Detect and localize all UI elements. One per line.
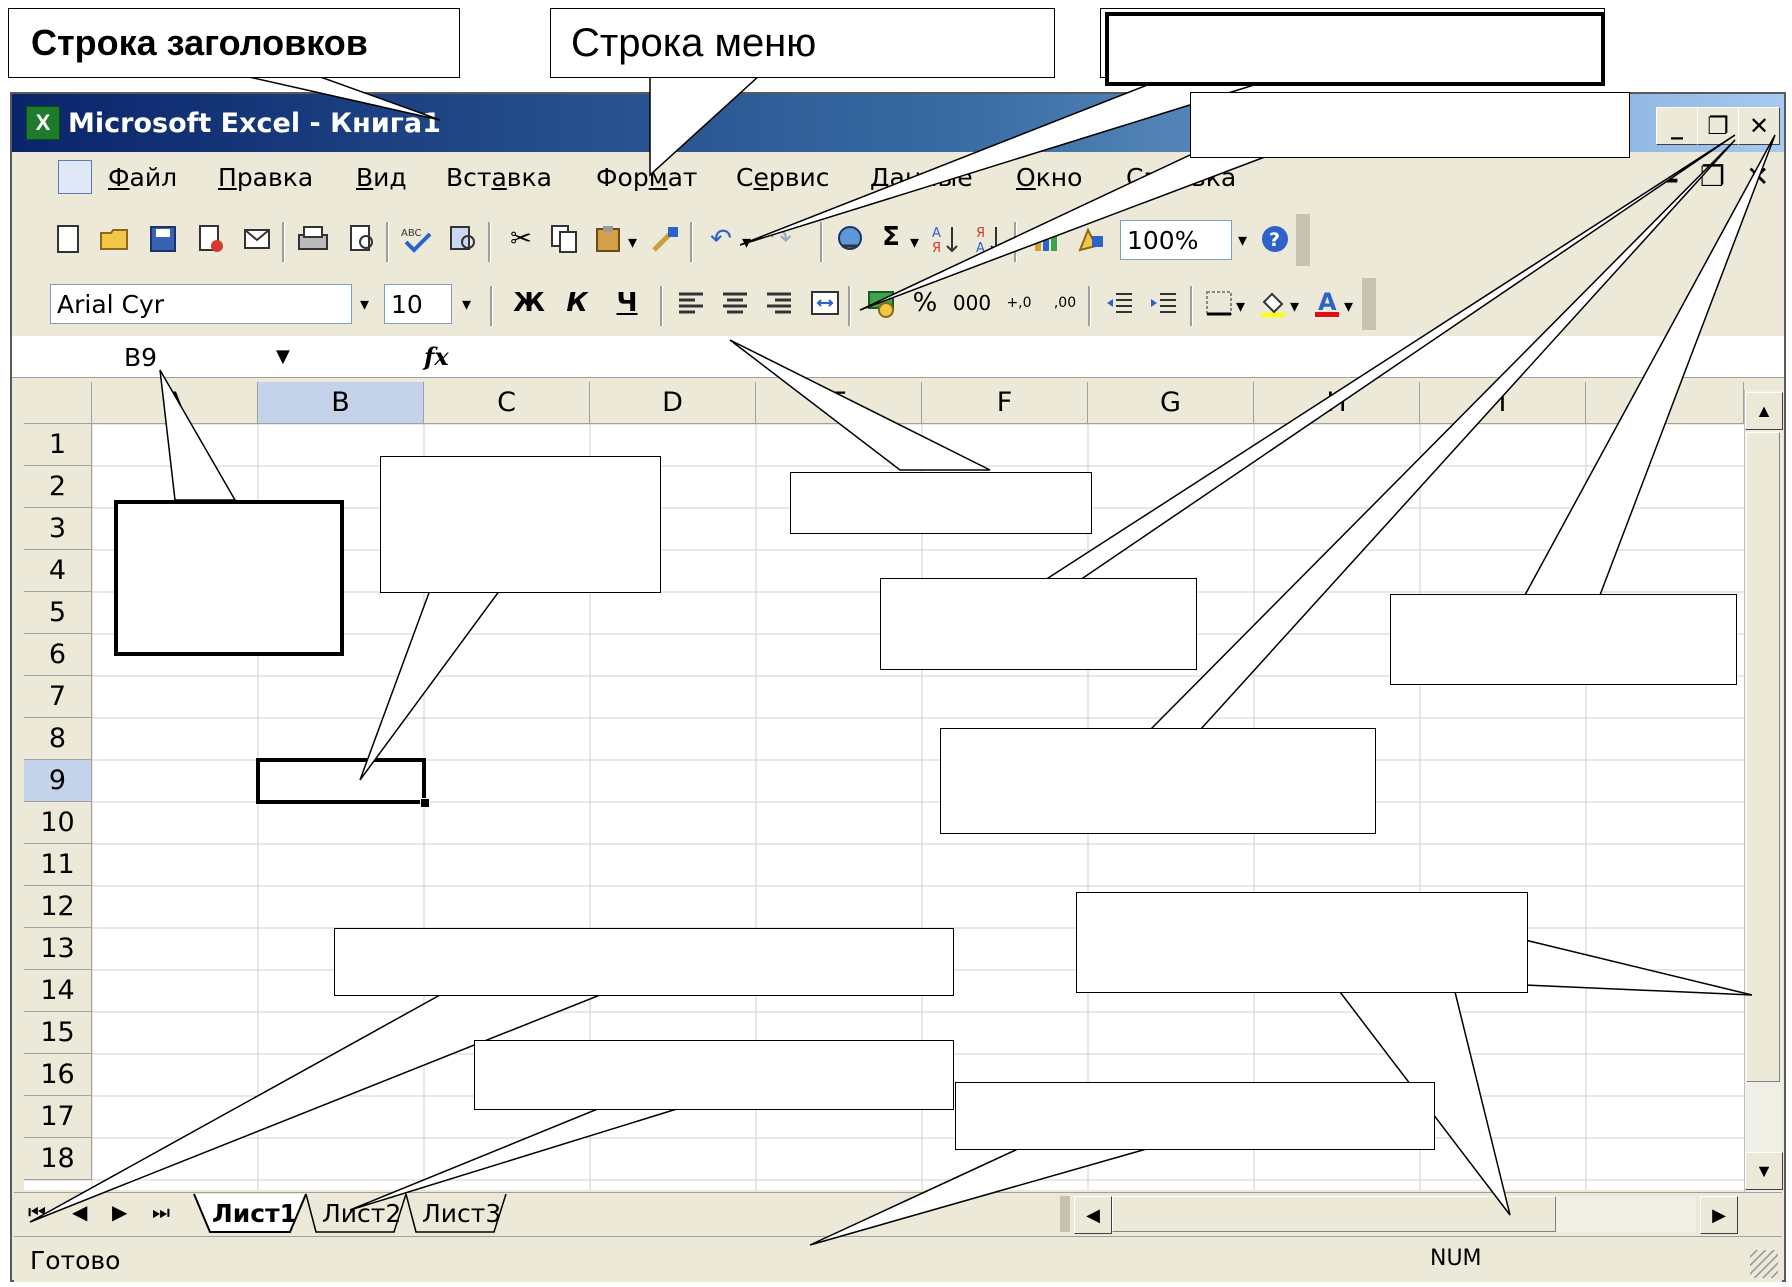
menu-bar-callout: Строка меню xyxy=(550,8,1055,78)
blank-callout-vertical-scroll xyxy=(1076,892,1528,993)
blank-callout-toolbar-standard xyxy=(1105,12,1605,86)
blank-callout-doc-controls-2 xyxy=(940,728,1376,834)
blank-callout-toolbar-formatting xyxy=(1190,92,1630,158)
blank-callout-active-cell xyxy=(380,456,661,593)
blank-callout-tab-navigation xyxy=(334,928,954,996)
blank-callout-formula-bar xyxy=(790,472,1092,534)
blank-callout-doc-controls-1 xyxy=(880,578,1197,670)
blank-callout-name-box xyxy=(114,500,344,656)
blank-callout-status-bar xyxy=(955,1082,1435,1150)
title-bar-callout: Строка заголовков xyxy=(8,8,460,78)
blank-callout-sheet-tabs xyxy=(474,1040,954,1110)
blank-callout-close-buttons xyxy=(1390,594,1737,685)
